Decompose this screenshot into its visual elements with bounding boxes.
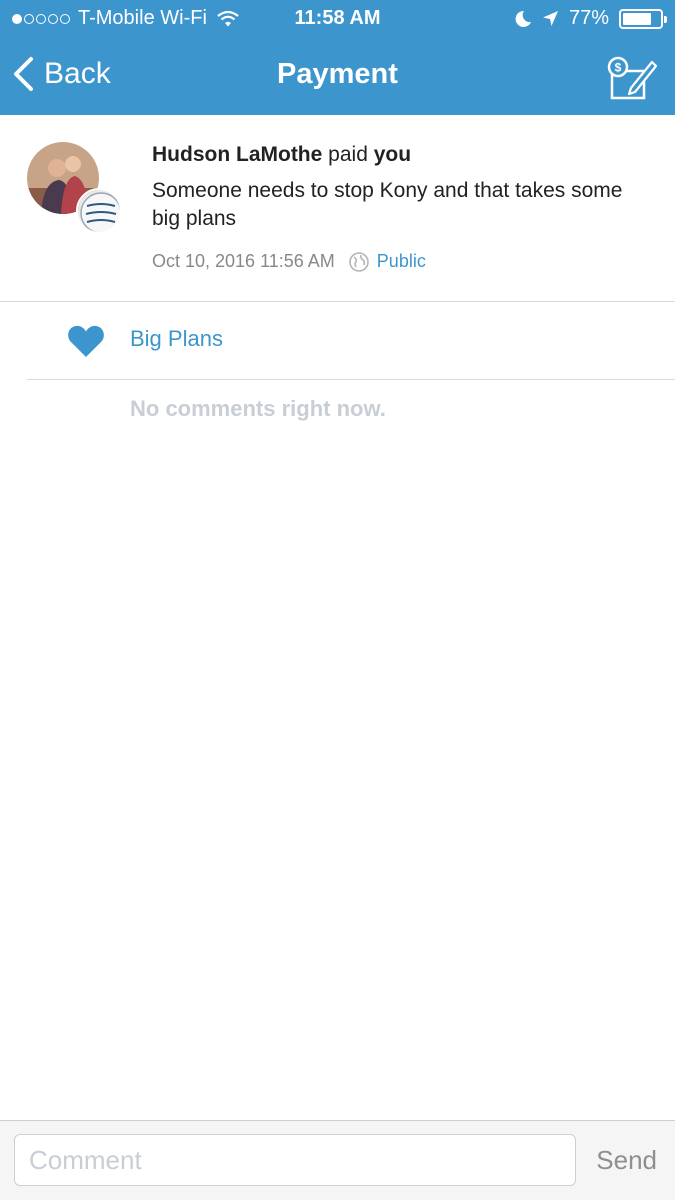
battery-percentage: 77% (568, 7, 609, 29)
story-timestamp: Oct 10, 2016 11:56 AM (152, 251, 335, 271)
nav-bar: Back Payment $ (0, 38, 675, 115)
app-header: T-Mobile Wi-Fi 11:58 AM 77% Back Payment… (0, 0, 675, 115)
status-right: 77% (515, 7, 667, 30)
target-name[interactable]: you (374, 143, 411, 166)
globe-icon (348, 251, 369, 272)
likes-row: Big Plans (27, 302, 675, 380)
heart-icon[interactable] (67, 324, 105, 358)
location-arrow-icon (542, 11, 558, 26)
empty-comments-text: No comments right now. (130, 396, 386, 421)
story-title: Hudson LaMothe paid you (152, 143, 411, 167)
payment-note: Someone needs to stop Kony and that take… (152, 179, 623, 230)
moon-icon (515, 10, 531, 27)
actor-name[interactable]: Hudson LaMothe (152, 143, 322, 166)
comment-bar: Send (0, 1120, 675, 1200)
battery-icon (619, 8, 667, 29)
svg-text:$: $ (615, 61, 622, 75)
story-meta: Oct 10, 2016 11:56 AM Public (152, 251, 426, 272)
payment-story: Hudson LaMothe paid you Someone needs to… (0, 115, 675, 302)
pay-or-request-icon[interactable]: $ (605, 56, 657, 100)
audience-label[interactable]: Public (377, 251, 426, 272)
story-verb: paid (328, 143, 368, 166)
comment-input[interactable] (14, 1134, 576, 1186)
liker-name[interactable]: Big Plans (130, 326, 223, 352)
send-button[interactable]: Send (596, 1145, 657, 1176)
secondary-avatar[interactable] (76, 188, 122, 234)
battery-fill (623, 12, 651, 25)
page-title: Payment (277, 58, 398, 90)
status-bar: T-Mobile Wi-Fi 11:58 AM 77% (0, 0, 675, 38)
